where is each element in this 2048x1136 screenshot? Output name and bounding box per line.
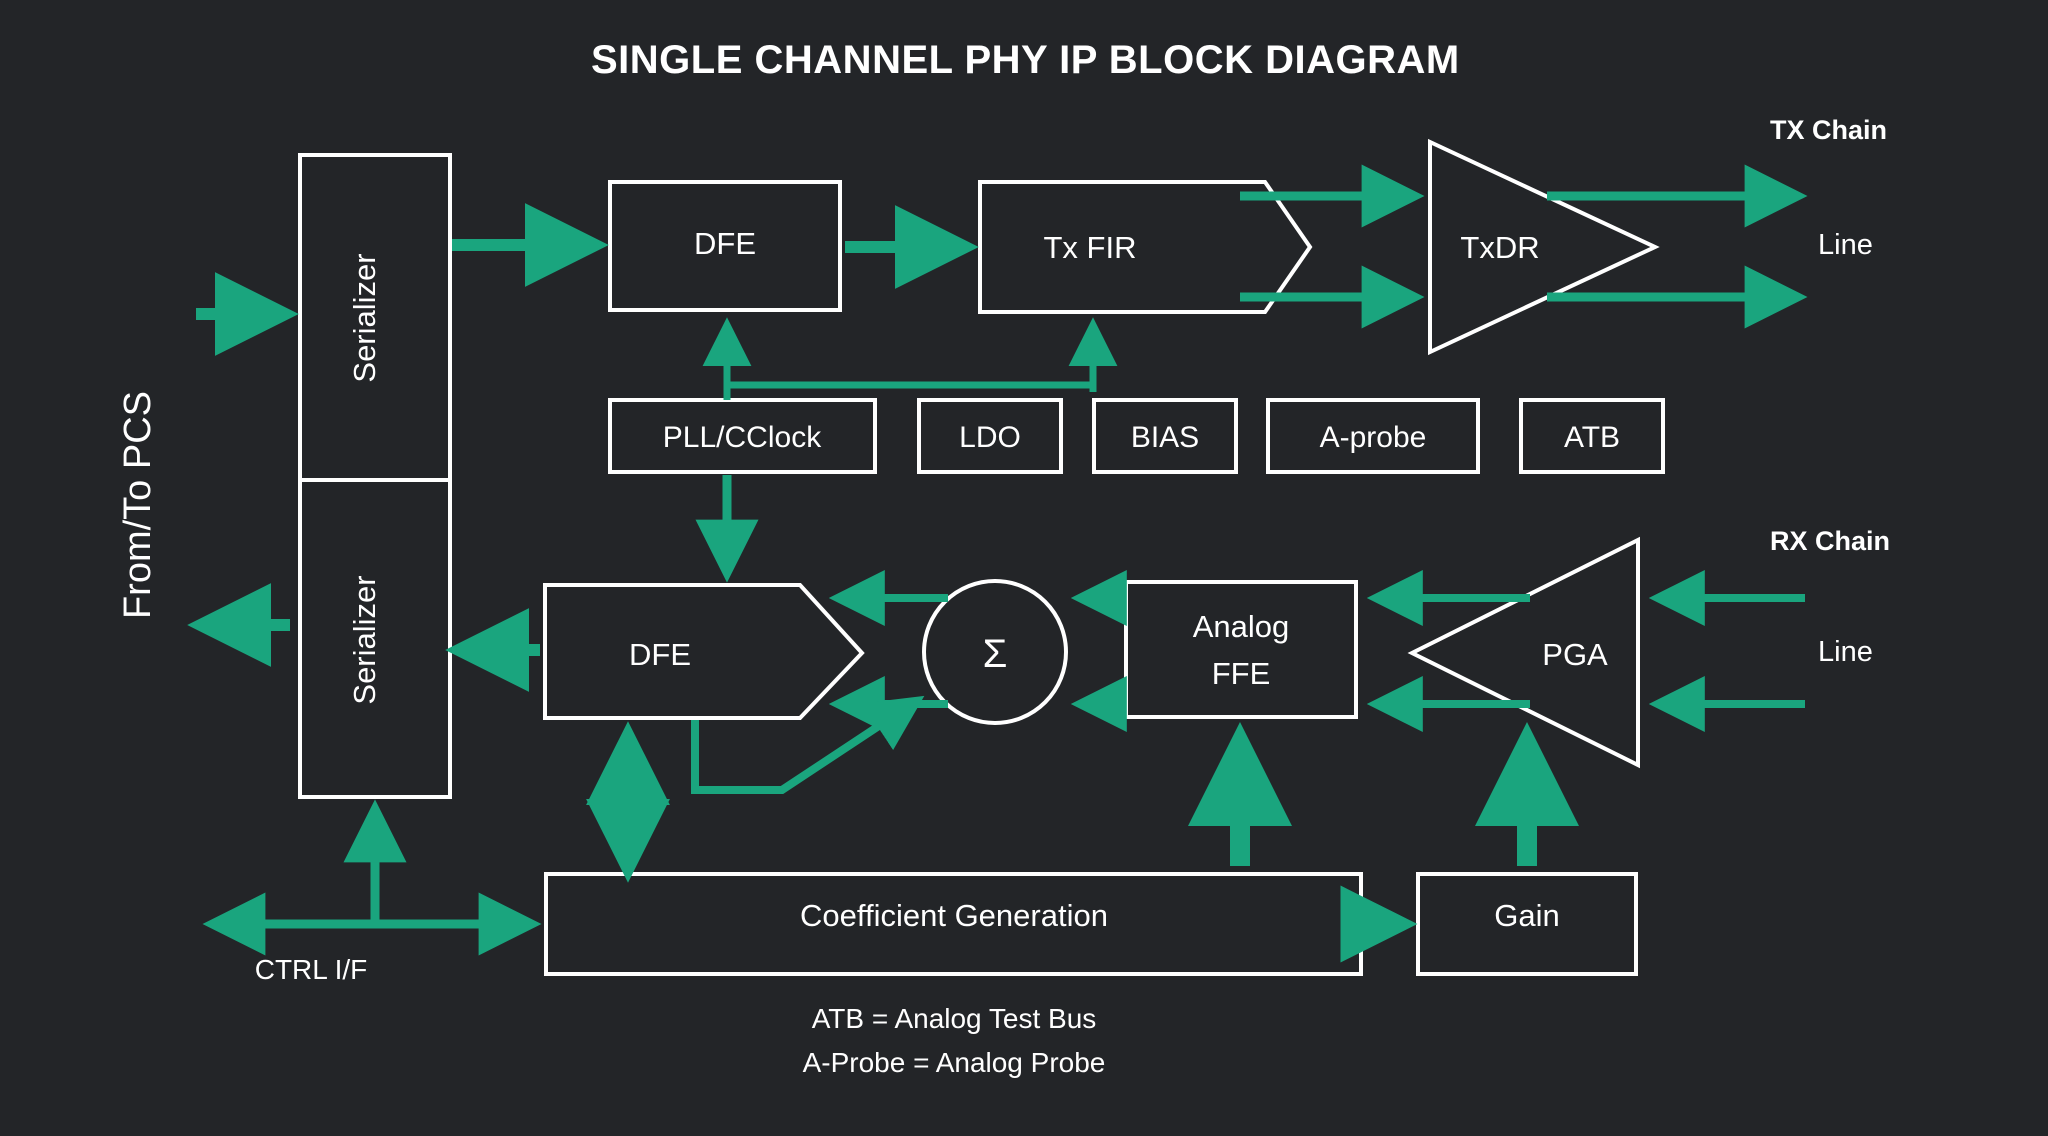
from-to-pcs-label: From/To PCS <box>117 391 159 619</box>
page-title: SINGLE CHANNEL PHY IP BLOCK DIAGRAM <box>591 38 1460 82</box>
rx-dfe-label: DFE <box>629 637 691 672</box>
tx-line-label: Line <box>1818 229 1873 261</box>
summer-label: Σ <box>983 632 1008 676</box>
serializer-top-label: Serializer <box>347 253 382 382</box>
tx-fir-label: Tx FIR <box>1044 230 1137 265</box>
coefficient-generation-label: Coefficient Generation <box>800 898 1108 933</box>
legend-line-aprobe: A-Probe = Analog Probe <box>803 1047 1106 1078</box>
rx-line-label: Line <box>1818 636 1873 668</box>
analog-ffe-label-line2: FFE <box>1212 656 1271 691</box>
diagram-canvas: SINGLE CHANNEL PHY IP BLOCK DIAGRAM From… <box>0 0 2048 1136</box>
analog-ffe-label-line1: Analog <box>1193 609 1290 644</box>
ctrl-if-label: CTRL I/F <box>255 954 368 985</box>
atb-label: ATB <box>1564 421 1620 454</box>
bias-label: BIAS <box>1131 421 1199 454</box>
rx-chain-label: RX Chain <box>1770 526 1890 556</box>
block-analog-ffe[interactable] <box>1124 580 1358 719</box>
a-probe-label: A-probe <box>1320 421 1427 454</box>
legend-line-atb: ATB = Analog Test Bus <box>812 1003 1097 1034</box>
pga-label: PGA <box>1542 637 1608 672</box>
serializer-bottom-label: Serializer <box>347 575 382 704</box>
gain-label: Gain <box>1494 898 1559 933</box>
ldo-label: LDO <box>959 421 1021 454</box>
pll-cclock-label: PLL/CClock <box>663 421 822 454</box>
block-diagram-svg: SINGLE CHANNEL PHY IP BLOCK DIAGRAM From… <box>117 38 1890 1078</box>
tx-dfe-label: DFE <box>694 226 756 261</box>
txdr-label: TxDR <box>1460 230 1539 265</box>
tx-chain-label: TX Chain <box>1770 115 1887 145</box>
wire-pll-clock-branch <box>723 337 1097 400</box>
block-rx-dfe[interactable] <box>543 583 865 720</box>
